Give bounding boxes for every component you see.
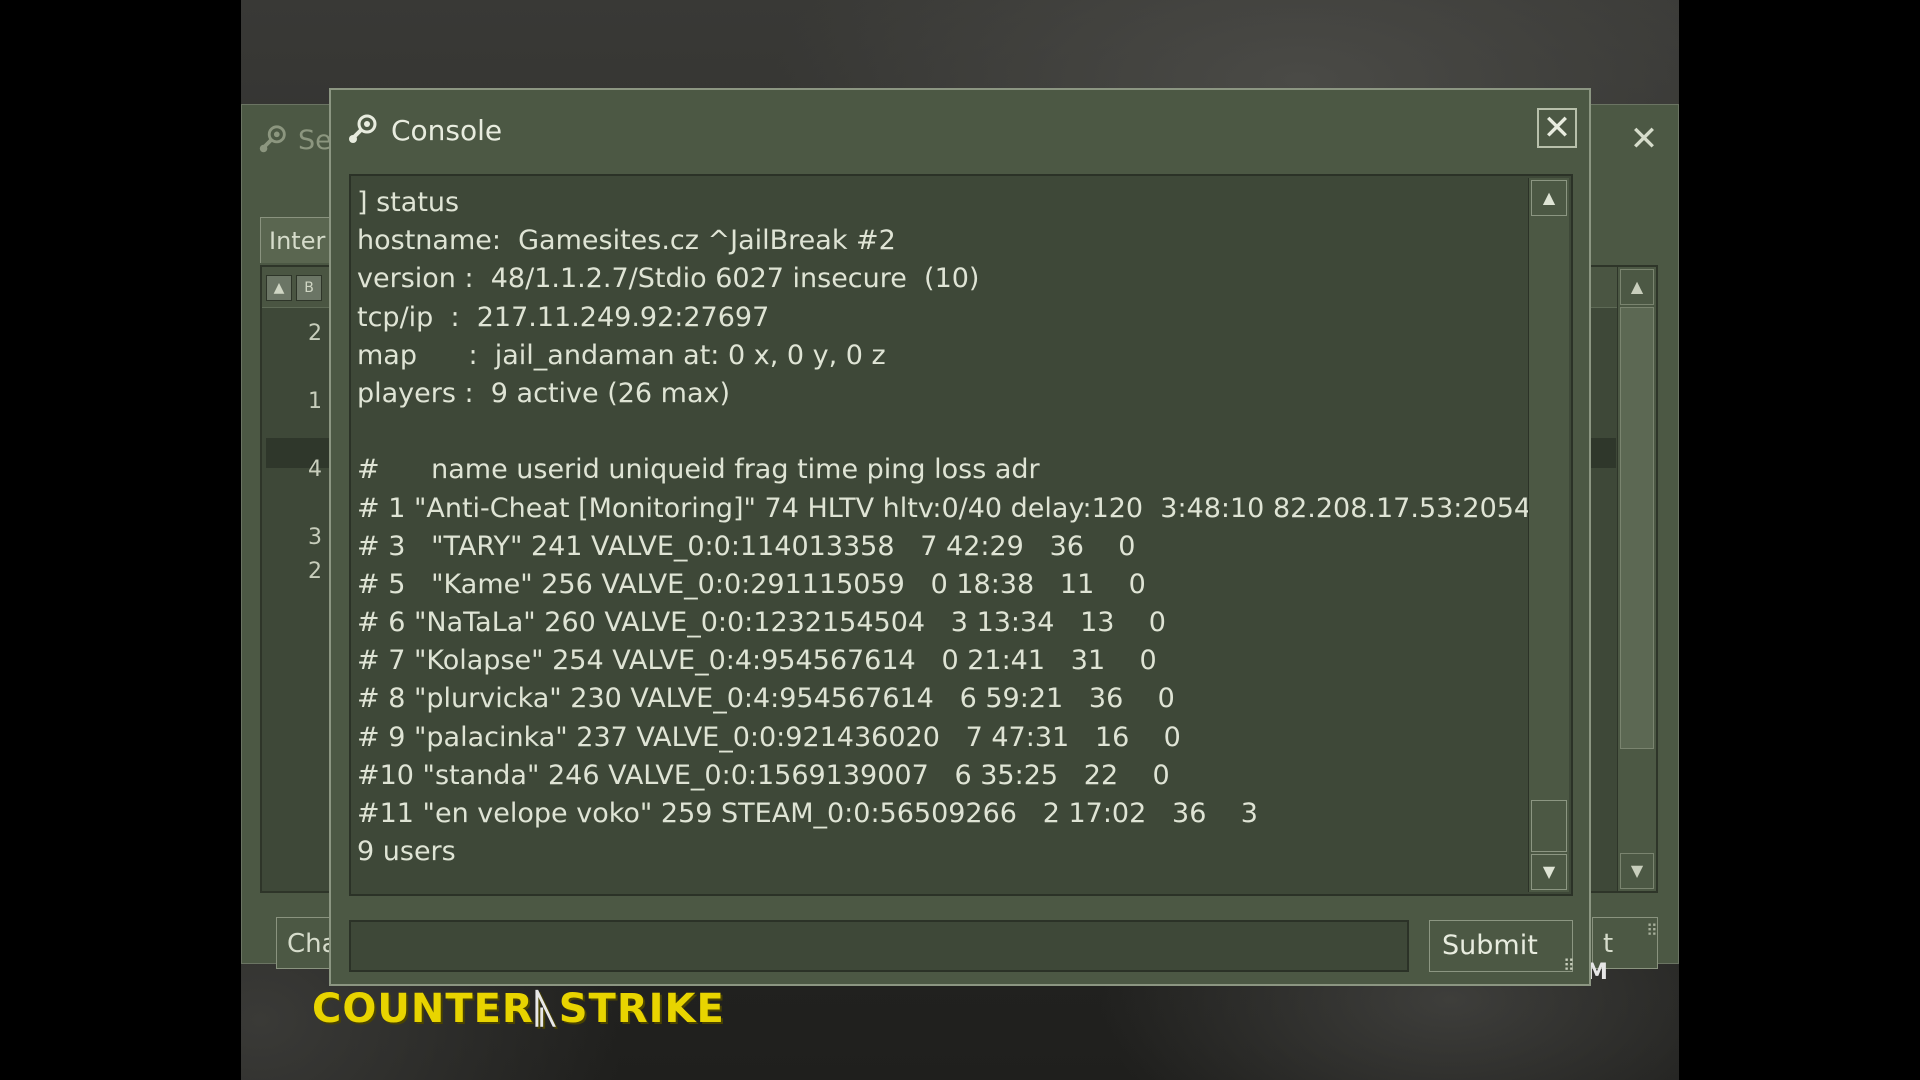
row-number: 1 <box>308 389 322 414</box>
console-line: # name userid uniqueid frag time ping lo… <box>357 454 1040 486</box>
console-output[interactable]: ] status hostname: Gamesites.cz ^JailBre… <box>349 174 1573 896</box>
submit-button[interactable]: Submit <box>1429 920 1573 972</box>
logo-figure-icon: ᚣ <box>533 986 559 1032</box>
console-line: # 8 "plurvicka" 230 VALVE_0:4:954567614 … <box>357 683 1175 715</box>
console-lines: ] status hostname: Gamesites.cz ^JailBre… <box>357 184 1549 871</box>
console-line: # 5 "Kame" 256 VALVE_0:0:291115059 0 18:… <box>357 568 1146 600</box>
scroll-down-icon[interactable]: ▼ <box>1531 854 1567 890</box>
counter-strike-logo: COUNTERᚣSTRIKE <box>312 986 725 1032</box>
steam-icon <box>349 114 377 143</box>
logo-text-counter: COUNTER <box>312 986 534 1032</box>
console-line: # 9 "palacinka" 237 VALVE_0:0:921436020 … <box>357 721 1181 753</box>
server-list-scrollbar[interactable]: ▲ ▼ <box>1617 267 1656 891</box>
scroll-up-icon[interactable]: ▲ <box>1531 180 1567 216</box>
server-browser-close-button[interactable]: ✕ <box>1626 121 1662 157</box>
console-line: # 1 "Anti-Cheat [Monitoring]" 74 HLTV hl… <box>357 492 1549 524</box>
tab-internet[interactable]: Inter <box>260 217 340 263</box>
server-browser-title-text: Se <box>298 124 332 156</box>
console-line: version : 48/1.1.2.7/Stdio 6027 insecure… <box>357 263 980 295</box>
console-line: tcp/ip : 217.11.249.92:27697 <box>357 301 770 333</box>
console-line: map : jail_andaman at: 0 x, 0 y, 0 z <box>357 339 886 371</box>
vac-icon[interactable]: B <box>296 275 322 301</box>
logo-text-strike: STRIKE <box>558 986 725 1032</box>
resize-grip-icon[interactable]: ⠿ <box>1563 956 1585 978</box>
console-line: # 6 "NaTaLa" 260 VALVE_0:0:1232154504 3 … <box>357 607 1166 639</box>
console-title: Console <box>391 114 503 147</box>
console-titlebar[interactable]: Console ✕ <box>331 90 1589 170</box>
letterbox-right <box>1679 0 1920 1080</box>
server-browser-title: Se <box>256 123 332 157</box>
console-line: 9 users <box>357 836 456 868</box>
console-line: hostname: Gamesites.cz ^JailBreak #2 <box>357 225 896 257</box>
scroll-down-icon[interactable]: ▼ <box>1620 853 1654 889</box>
row-number: 2 <box>308 321 322 346</box>
console-line: # 3 "TARY" 241 VALVE_0:0:114013358 7 42:… <box>357 530 1136 562</box>
scroll-up-icon[interactable]: ▲ <box>1620 269 1654 305</box>
console-line: # 7 "Kolapse" 254 VALVE_0:4:954567614 0 … <box>357 645 1157 677</box>
scroll-thumb[interactable] <box>1531 800 1567 852</box>
row-number: 2 <box>308 559 322 584</box>
lock-icon[interactable]: ▲ <box>266 275 292 301</box>
scroll-thumb[interactable] <box>1620 307 1654 749</box>
steam-icon <box>259 125 286 153</box>
console-close-button[interactable]: ✕ <box>1537 108 1577 148</box>
resize-grip-icon[interactable]: ⠿ <box>1646 921 1668 943</box>
row-number: 4 <box>308 457 322 482</box>
console-scrollbar[interactable]: ▲ ▼ <box>1528 178 1569 892</box>
row-number: 3 <box>308 525 322 550</box>
console-line: #11 "en velope voko" 259 STEAM_0:0:56509… <box>357 798 1258 829</box>
console-command-input[interactable] <box>349 920 1409 972</box>
console-line: players : 9 active (26 max) <box>357 377 731 409</box>
console-line: ] status <box>357 187 460 218</box>
console-window: Console ✕ ] status hostname: Gamesites.c… <box>329 88 1591 986</box>
console-line: #10 "standa" 246 VALVE_0:0:1569139007 6 … <box>357 759 1170 791</box>
letterbox-left <box>0 0 241 1080</box>
